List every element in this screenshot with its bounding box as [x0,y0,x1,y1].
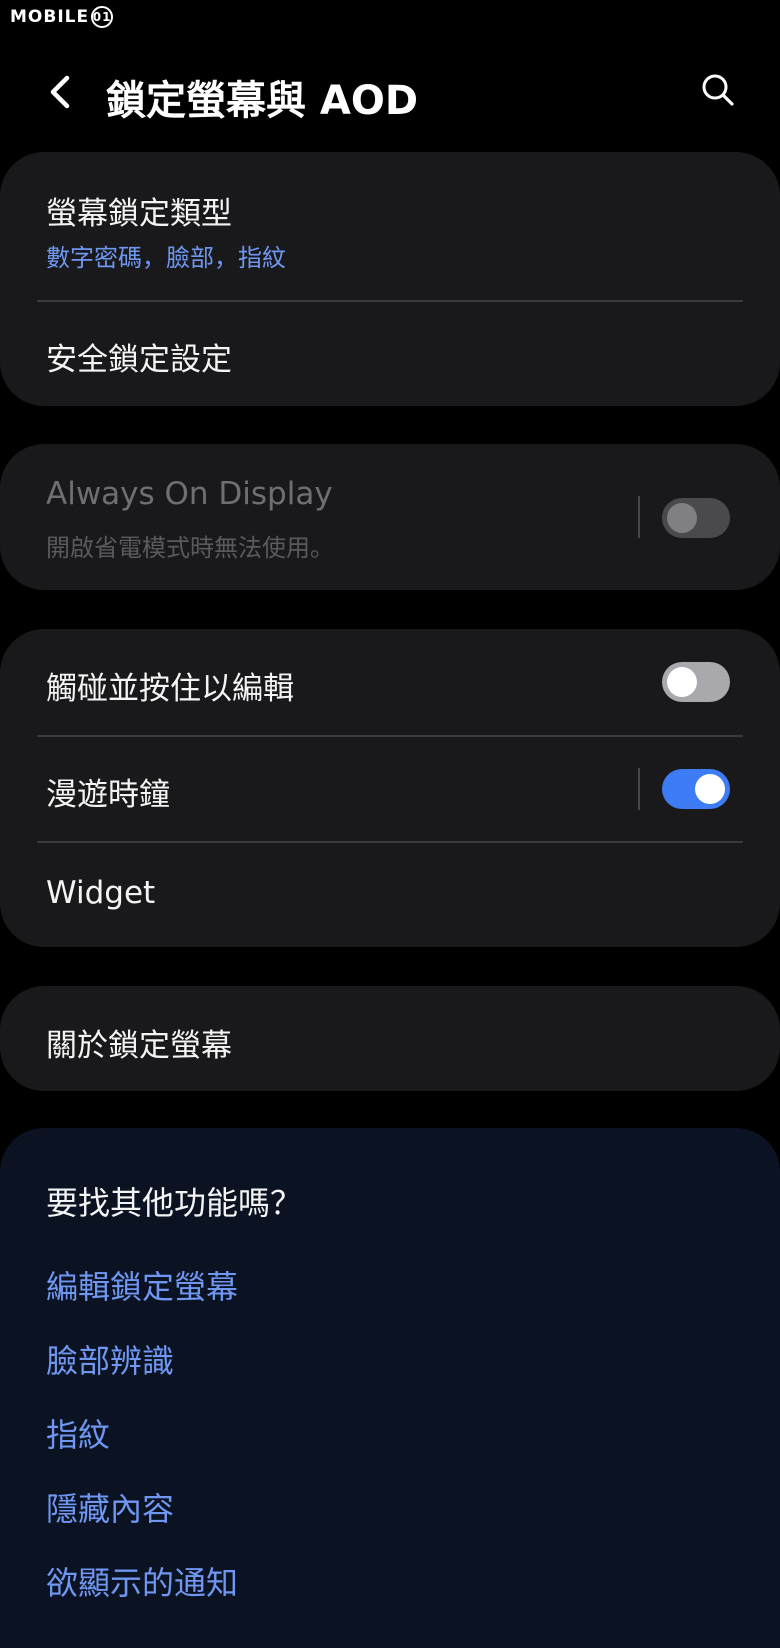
suggestions-title: 要找其他功能嗎？ [46,1184,303,1222]
mobile01-watermark: MOBILE 01 [10,4,114,30]
watermark-text: MOBILE [10,7,90,27]
aod-item[interactable]: Always On Display 開啟省電模式時無法使用。 [0,444,780,590]
toggle-separator [638,496,640,538]
back-button[interactable] [36,66,84,118]
screen-lock-type-title: 螢幕鎖定類型 [46,196,232,232]
secure-lock-settings-item[interactable]: 安全鎖定設定 [0,302,780,406]
screen-lock-type-item[interactable]: 螢幕鎖定類型 數字密碼，臉部，指紋 [0,152,780,302]
app-header: 鎖定螢幕與 AOD [0,56,780,128]
toggle-knob [695,774,725,804]
toggle-knob [667,503,697,533]
touch-hold-edit-item[interactable]: 觸碰並按住以編輯 [0,629,780,735]
touch-hold-edit-toggle[interactable] [662,662,730,702]
toggle-knob [667,667,697,697]
search-icon [702,74,734,106]
secure-lock-settings-title: 安全鎖定設定 [46,342,232,378]
aod-subtitle: 開啟省電模式時無法使用。 [46,534,334,562]
suggestion-link-notifications[interactable]: 欲顯示的通知 [46,1558,238,1604]
page-title: 鎖定螢幕與 AOD [106,78,419,124]
roaming-clock-item[interactable]: 漫遊時鐘 [0,737,780,841]
aod-toggle[interactable] [662,498,730,538]
screen-lock-type-value: 數字密碼，臉部，指紋 [46,244,286,272]
roaming-clock-title: 漫遊時鐘 [46,777,170,813]
suggestion-link-edit-lock-screen[interactable]: 編輯鎖定螢幕 [46,1262,238,1308]
widget-item[interactable]: Widget [0,843,780,947]
chevron-left-icon [50,75,70,109]
suggestion-link-face-recognition[interactable]: 臉部辨識 [46,1336,174,1382]
widget-title: Widget [46,875,156,911]
aod-title: Always On Display [46,476,333,512]
touch-hold-edit-title: 觸碰並按住以編輯 [46,671,294,707]
suggestion-link-hide-content[interactable]: 隱藏內容 [46,1484,174,1530]
roaming-clock-toggle[interactable] [662,769,730,809]
about-lock-screen-title: 關於鎖定螢幕 [46,1028,232,1064]
about-lock-screen-item[interactable]: 關於鎖定螢幕 [0,986,780,1091]
search-button[interactable] [692,64,744,116]
suggestion-link-fingerprint[interactable]: 指紋 [46,1410,110,1456]
toggle-separator [638,768,640,810]
watermark-badge: 01 [91,6,114,28]
